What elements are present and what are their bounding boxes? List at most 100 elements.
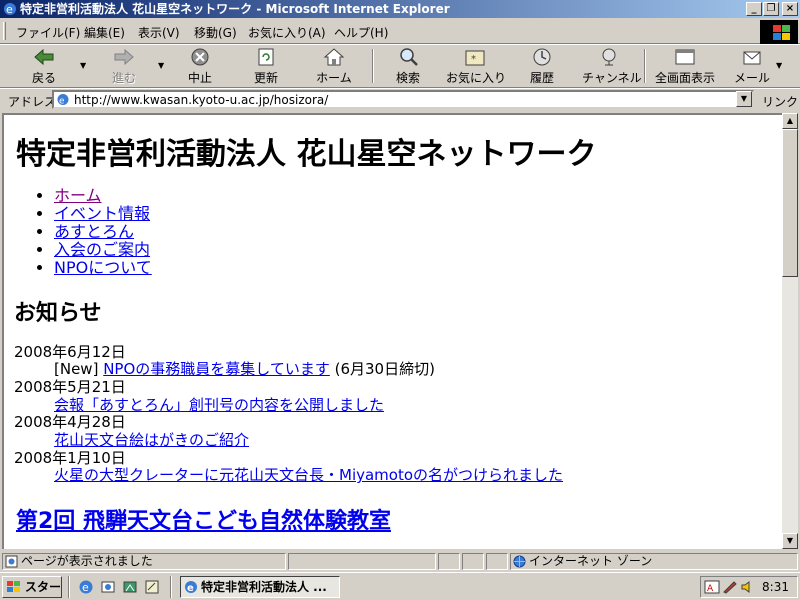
mail-icon [743,51,761,65]
home-icon [323,48,345,66]
event-link[interactable]: 第2回 飛騨天文台こども自然体験教室 [16,509,391,534]
scroll-down-icon[interactable]: ▼ [782,533,798,549]
vertical-scrollbar[interactable]: ▲ ▼ [782,113,798,549]
svg-text:e: e [187,583,194,594]
menu-favorites[interactable]: お気に入り(A) [248,24,326,41]
taskbar-window-button[interactable]: e 特定非営利活動法人 ... [180,576,340,598]
svg-text:A: A [707,584,714,594]
toolbar-separator [372,49,374,83]
favorites-folder-icon: * [465,50,485,66]
channels-satellite-icon [602,48,616,66]
menu-file[interactable]: ファイル(F) [16,24,80,41]
nav-item-astron: あすとろん [54,223,152,241]
nav-link-astron[interactable]: あすとろん [54,222,134,241]
address-bar: アドレス e http://www.kwasan.kyoto-u.ac.jp/h… [0,88,800,110]
globe-icon [513,555,526,568]
windows-logo-icon [760,20,798,44]
security-zone: インターネット ゾーン [510,553,798,570]
page-icon [5,555,18,568]
forward-dropdown-icon[interactable]: ▼ [158,61,164,70]
ie-quicklaunch-icon[interactable]: e [78,579,94,595]
nav-link-membership[interactable]: 入会のご案内 [54,240,150,259]
history-button[interactable]: 履歴 [520,47,564,87]
menu-view[interactable]: 表示(V) [138,24,180,41]
svg-text:e: e [6,3,13,16]
start-button[interactable]: スタート [2,576,62,598]
nav-link-home[interactable]: ホーム [54,186,102,205]
address-dropdown-icon[interactable]: ▼ [736,91,752,107]
nav-item-about: NPOについて [54,259,152,277]
history-icon [533,48,551,66]
clock: 8:31 [762,580,789,594]
window-title: 特定非営利活動法人 花山星空ネットワーク - Microsoft Interne… [20,2,450,16]
forward-button[interactable]: 進む [102,47,146,87]
desktop-quicklaunch-icon[interactable] [122,579,138,595]
favorites-button[interactable]: * お気に入り [446,47,506,87]
nav-link-about[interactable]: NPOについて [54,258,152,277]
channels-button[interactable]: チャンネル [582,47,642,87]
search-button[interactable]: 検索 [386,47,430,87]
status-panel [288,553,436,570]
stop-icon [191,48,209,66]
channels-quicklaunch-icon[interactable] [144,579,160,595]
refresh-button[interactable]: 更新 [244,47,288,87]
close-button[interactable]: × [782,2,798,16]
ie-icon: e [4,3,16,16]
links-button[interactable]: リンク [762,93,798,110]
menu-go[interactable]: 移動(G) [194,24,237,41]
news-note: (6月30日締切) [329,360,435,378]
menu-edit[interactable]: 編集(E) [84,24,125,41]
mail-button[interactable]: メール [730,47,774,87]
site-nav: ホーム イベント情報 あすとろん 入会のご案内 NPOについて [54,187,152,277]
event-heading: 第2回 飛騨天文台こども自然体験教室 [16,503,391,535]
status-panel [486,553,508,570]
news-link[interactable]: NPOの事務職員を募集しています [103,360,330,378]
pen-icon[interactable] [722,580,738,594]
address-label: アドレス [8,95,57,109]
system-tray: A 8:31 [700,576,798,598]
volume-icon[interactable] [740,580,756,594]
stop-button[interactable]: 中止 [178,47,222,87]
refresh-icon [258,48,274,66]
taskbar-separator [68,576,70,598]
maximize-button[interactable]: ❐ [763,2,779,16]
menu-help[interactable]: ヘルプ(H) [334,24,388,41]
address-input[interactable]: e http://www.kwasan.kyoto-u.ac.jp/hosizo… [52,90,754,109]
scroll-up-icon[interactable]: ▲ [782,113,798,129]
page-title: 特定非営利活動法人 花山星空ネットワーク [16,137,597,172]
nav-item-events: イベント情報 [54,205,152,223]
news-item: 火星の大型クレーターに元花山天文台長・Miyamotoの名がつけられました [54,464,563,485]
menu-bar: ファイル(F) 編集(E) 表示(V) 移動(G) お気に入り(A) ヘルプ(H… [0,18,800,44]
news-heading: お知らせ [14,301,102,326]
forward-arrow-icon [114,48,134,66]
address-value: http://www.kwasan.kyoto-u.ac.jp/hosizora… [74,93,329,107]
windows-flag-icon [7,581,20,592]
svg-text:e: e [59,97,65,107]
title-bar: e 特定非営利活動法人 花山星空ネットワーク - Microsoft Inter… [0,0,800,18]
svg-text:e: e [82,581,89,594]
news-link[interactable]: 火星の大型クレーターに元花山天文台長・Miyamotoの名がつけられました [54,466,563,484]
outlook-quicklaunch-icon[interactable] [100,579,116,595]
svg-text:*: * [471,54,476,65]
status-bar: ページが表示されました インターネット ゾーン [0,551,800,571]
nav-item-membership: 入会のご案内 [54,241,152,259]
toolbar-separator [644,49,646,83]
fullscreen-button[interactable]: 全画面表示 [652,47,718,87]
menu-grip [3,22,6,40]
back-arrow-icon [34,48,54,66]
search-icon [400,48,418,66]
page-icon: e [57,94,69,107]
back-button[interactable]: 戻る [22,47,66,87]
ie-icon: e [185,581,197,594]
status-panel [438,553,460,570]
mail-dropdown-icon[interactable]: ▼ [776,61,782,70]
back-dropdown-icon[interactable]: ▼ [80,61,86,70]
minimize-button[interactable]: _ [746,2,762,16]
status-message: ページが表示されました [2,553,286,570]
scroll-thumb[interactable] [782,129,798,277]
ime-icon[interactable]: A [704,580,720,594]
nav-link-events[interactable]: イベント情報 [54,204,150,223]
nav-item-home: ホーム [54,187,152,205]
fullscreen-icon [675,49,695,65]
home-button[interactable]: ホーム [310,47,358,87]
